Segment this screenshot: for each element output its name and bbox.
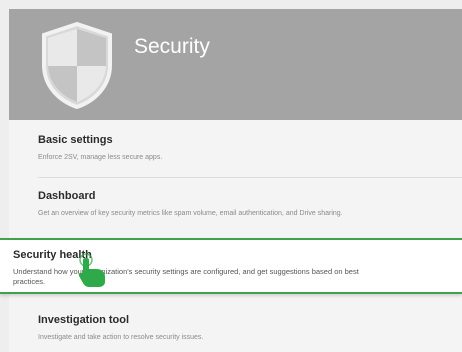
item-title: Basic settings [38, 134, 113, 146]
page-title: Security [134, 35, 210, 58]
pointing-hand-icon [74, 252, 114, 288]
item-description: Enforce 2SV, manage less secure apps. [38, 154, 163, 161]
security-page: Security Basic settings Enforce 2SV, man… [0, 0, 462, 352]
item-title: Investigation tool [38, 314, 130, 326]
item-description: Get an overview of key security metrics … [38, 210, 343, 217]
security-header: Security [9, 9, 462, 120]
divider [38, 177, 462, 178]
list-item-dashboard[interactable]: Dashboard Get an overview of key securit… [9, 190, 462, 217]
shield-icon [38, 21, 116, 110]
item-description: Investigate and take action to resolve s… [38, 334, 204, 341]
list-item-basic-settings[interactable]: Basic settings Enforce 2SV, manage less … [9, 134, 462, 161]
item-title: Dashboard [38, 190, 96, 202]
list-item-security-health[interactable]: Security health Understand how your orga… [0, 238, 462, 294]
item-description: Understand how your organization's secur… [13, 267, 359, 286]
list-item-investigation-tool[interactable]: Investigation tool Investigate and take … [9, 314, 462, 341]
